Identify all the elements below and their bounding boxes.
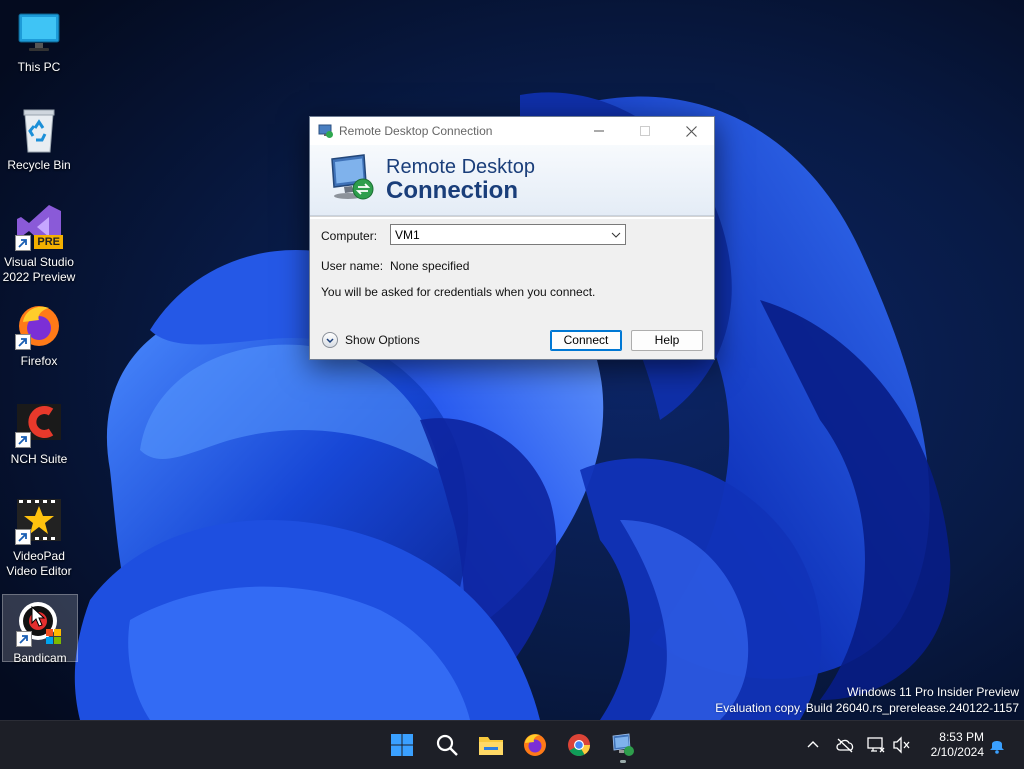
taskbar-chrome-button[interactable] <box>561 727 597 763</box>
computer-label: Computer: <box>321 229 378 243</box>
firefox-icon <box>15 302 63 350</box>
shortcut-arrow-icon <box>15 432 31 448</box>
desktop-icon-visual-studio[interactable]: PRE Visual Studio 2022 Preview <box>2 203 76 285</box>
windows-watermark: Windows 11 Pro Insider Preview Evaluatio… <box>715 685 1019 716</box>
videopad-icon <box>15 497 63 545</box>
bell-icon <box>990 741 1004 754</box>
show-hidden-icons-button[interactable] <box>802 727 824 763</box>
remote-desktop-icon <box>612 733 634 756</box>
watermark-edition: Windows 11 Pro Insider Preview <box>847 685 1019 699</box>
taskbar-remote-desktop-button[interactable] <box>605 727 641 763</box>
bandicam-icon <box>16 599 64 647</box>
remote-desktop-connection-window: Remote Desktop Connection Remote Desktop… <box>309 116 715 360</box>
monitor-icon <box>15 8 63 56</box>
window-titlebar[interactable]: Remote Desktop Connection <box>310 117 714 145</box>
desktop-icon-nch-suite[interactable]: NCH Suite <box>2 400 76 467</box>
clock-date: 2/10/2024 <box>930 745 984 759</box>
maximize-icon <box>640 126 650 136</box>
desktop-icon-recycle-bin[interactable]: Recycle Bin <box>2 106 76 173</box>
desktop-icon-label: Firefox <box>20 354 58 368</box>
desktop-icon-firefox[interactable]: Firefox <box>2 302 76 369</box>
search-icon <box>436 734 458 756</box>
shortcut-arrow-icon <box>15 334 31 350</box>
desktop-icon-label: Bandicam <box>13 651 67 665</box>
start-button[interactable] <box>384 727 420 763</box>
desktop-icon-label: Visual Studio 2022 Preview <box>2 255 76 284</box>
file-explorer-button[interactable] <box>473 727 509 763</box>
visual-studio-icon: PRE <box>15 203 63 251</box>
desktop-icon-videopad[interactable]: VideoPad Video Editor <box>2 497 76 579</box>
desktop-icon-label: VideoPad Video Editor <box>6 549 72 578</box>
desktop-wallpaper <box>0 0 1024 720</box>
taskbar-clock[interactable]: 8:53 PM 2/10/2024 <box>931 730 984 760</box>
chevron-up-icon <box>807 741 819 748</box>
banner-divider <box>310 216 714 219</box>
banner-title-line1: Remote Desktop <box>386 156 535 178</box>
window-title: Remote Desktop Connection <box>339 124 493 138</box>
desktop-icon-label: This PC <box>17 60 61 74</box>
shortcut-arrow-icon <box>15 529 31 545</box>
watermark-build: Evaluation copy. Build 26040.rs_prerelea… <box>715 700 1019 715</box>
taskbar: 8:53 PM 2/10/2024 <box>0 720 1024 769</box>
desktop-icon-label: NCH Suite <box>10 452 68 466</box>
volume-muted-icon <box>893 736 910 754</box>
username-label: User name: <box>321 259 384 273</box>
search-button[interactable] <box>429 727 465 763</box>
remote-desktop-logo-icon <box>326 151 378 203</box>
close-button[interactable] <box>668 117 714 145</box>
minimize-icon <box>594 130 604 132</box>
network-tray-button[interactable] <box>865 727 887 763</box>
firefox-icon <box>524 734 546 756</box>
computer-value: VM1 <box>395 228 420 242</box>
clock-time: 8:53 PM <box>939 730 984 744</box>
shortcut-arrow-icon <box>15 235 31 251</box>
computer-combobox[interactable]: VM1 <box>390 224 626 245</box>
close-icon <box>685 125 697 137</box>
connect-button[interactable]: Connect <box>550 330 622 351</box>
remote-desktop-icon <box>318 123 334 139</box>
banner-title-line2: Connection <box>386 177 518 204</box>
username-value: None specified <box>390 259 470 273</box>
desktop-icon-label: Recycle Bin <box>7 158 71 172</box>
volume-tray-button[interactable] <box>891 727 913 763</box>
start-icon <box>391 734 413 756</box>
shortcut-arrow-icon <box>16 631 32 647</box>
help-button[interactable]: Help <box>631 330 703 351</box>
desktop-icon-this-pc[interactable]: This PC <box>2 8 76 75</box>
onedrive-tray-button[interactable] <box>834 727 856 763</box>
show-options-label: Show Options <box>345 333 420 347</box>
cloud-offline-icon <box>836 738 854 753</box>
chrome-icon <box>568 734 590 756</box>
rdc-banner: Remote Desktop Connection <box>310 145 714 216</box>
maximize-button[interactable] <box>622 117 668 145</box>
taskbar-firefox-button[interactable] <box>517 727 553 763</box>
notifications-button[interactable] <box>986 727 1008 763</box>
minimize-button[interactable] <box>576 117 622 145</box>
desktop-icon-bandicam[interactable]: Bandicam <box>2 594 78 665</box>
network-icon <box>867 737 885 753</box>
credentials-info-text: You will be asked for credentials when y… <box>321 285 596 299</box>
file-explorer-icon <box>479 737 503 755</box>
chevron-down-icon[interactable] <box>610 229 622 241</box>
nch-suite-icon <box>15 400 63 448</box>
recycle-bin-icon <box>15 106 63 154</box>
preview-badge: PRE <box>34 235 63 249</box>
expand-chevron-icon <box>322 332 338 348</box>
